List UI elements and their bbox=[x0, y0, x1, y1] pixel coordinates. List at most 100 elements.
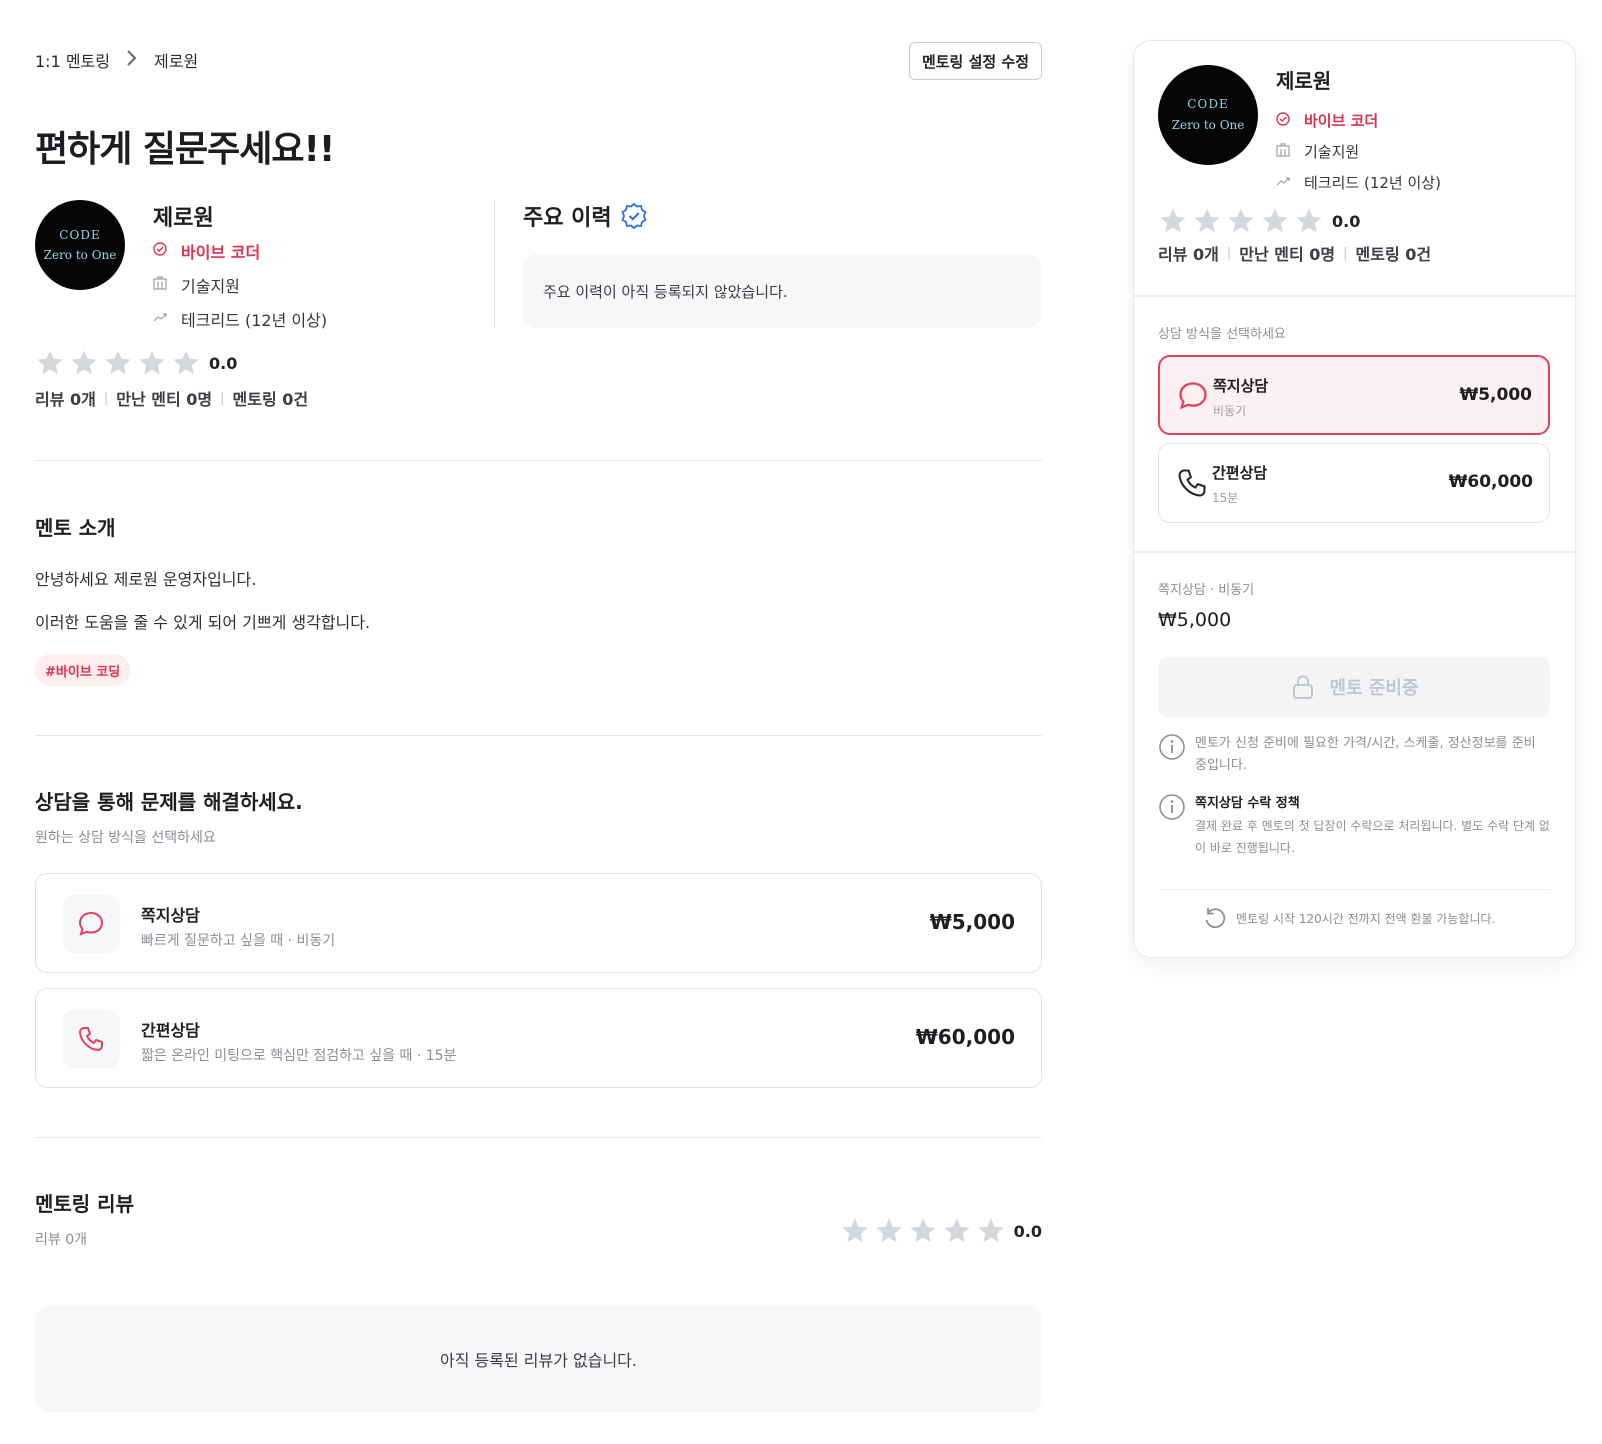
phone-icon bbox=[1175, 466, 1209, 500]
policy-text: 결제 완료 후 멘토의 첫 답장이 수락으로 처리됩니다. 별도 수락 단계 없… bbox=[1195, 819, 1550, 855]
mentee-count: 만난 멘티 0명 bbox=[116, 390, 213, 409]
option-name: 간편상담 bbox=[141, 1021, 200, 1040]
chat-bubble-icon bbox=[62, 895, 120, 953]
mentor-career-label: 테크리드 (12년 이상) bbox=[1304, 174, 1441, 192]
rating-value: 0.0 bbox=[1332, 211, 1361, 231]
refresh-icon bbox=[1202, 905, 1228, 931]
option-desc: 비동기 bbox=[1213, 404, 1247, 418]
intro-text: 이러한 도움을 줄 수 있게 되어 기쁘게 생각합니다. bbox=[35, 613, 371, 632]
chevron-right-icon bbox=[126, 49, 138, 72]
star-icon bbox=[1192, 206, 1222, 236]
policy-title: 쪽지상담 수락 정책 bbox=[1195, 796, 1300, 811]
mentor-badge-label: 바이브 코더 bbox=[1304, 112, 1379, 130]
star-icon bbox=[137, 348, 167, 378]
mentor-field-label: 기술지원 bbox=[181, 277, 240, 296]
history-title-label: 주요 이력 bbox=[523, 206, 612, 231]
star-icon bbox=[874, 1216, 904, 1246]
consult-option-message[interactable]: 쪽지상담 빠르게 질문하고 싶을 때 · 비동기 ₩5,000 bbox=[35, 873, 1042, 973]
breadcrumb-root[interactable]: 1:1 멘토링 bbox=[35, 48, 110, 72]
star-icon bbox=[976, 1216, 1006, 1246]
apply-button-label: 멘토 준비중 bbox=[1329, 678, 1419, 699]
info-icon bbox=[1158, 793, 1186, 821]
avatar: CODE Zero to One bbox=[1158, 65, 1258, 165]
review-count: 리뷰 0개 bbox=[1158, 245, 1219, 264]
selected-method-label: 쪽지상담 · 비동기 bbox=[1158, 583, 1255, 598]
logo-text: CODE bbox=[1187, 97, 1229, 111]
chat-bubble-icon bbox=[1176, 379, 1210, 413]
trend-up-icon bbox=[153, 310, 181, 328]
mentor-field: 기술지원 bbox=[1276, 136, 1441, 167]
method-option-message[interactable]: 쪽지상담 비동기 ₩5,000 bbox=[1158, 355, 1550, 435]
option-name: 쪽지상담 bbox=[1213, 377, 1269, 395]
mentor-stats: 리뷰 0개 | 만난 멘티 0명 | 멘토링 0건 bbox=[35, 386, 308, 410]
mentor-career: 테크리드 (12년 이상) bbox=[1276, 167, 1441, 198]
logo-text: CODE bbox=[59, 228, 101, 242]
mentor-field-label: 기술지원 bbox=[1304, 143, 1360, 161]
mentoring-count: 멘토링 0건 bbox=[1355, 245, 1432, 264]
reviews-count: 리뷰 0개 bbox=[35, 1232, 87, 1248]
option-desc: 15분 bbox=[1212, 491, 1239, 505]
option-desc: 짧은 온라인 미팅으로 핵심만 점검하고 싶을 때 · 15분 bbox=[141, 1048, 457, 1064]
divider bbox=[35, 460, 1042, 461]
selected-price: ₩5,000 bbox=[1158, 609, 1232, 631]
mentor-field: 기술지원 bbox=[153, 268, 327, 302]
star-icon bbox=[1294, 206, 1324, 236]
star-icon bbox=[69, 348, 99, 378]
option-name: 간편상담 bbox=[1212, 464, 1268, 482]
star-icon bbox=[840, 1216, 870, 1246]
divider bbox=[1158, 889, 1550, 890]
mentor-career-label: 테크리드 (12년 이상) bbox=[181, 311, 328, 330]
lock-icon bbox=[1289, 673, 1317, 701]
method-option-call[interactable]: 간편상담 15분 ₩60,000 bbox=[1158, 443, 1550, 523]
check-circle-icon bbox=[1276, 111, 1304, 130]
booking-card: CODE Zero to One 제로원 바이브 코더 기술지원 테크리드 (1… bbox=[1133, 40, 1576, 958]
intro-text: 안녕하세요 제로원 운영자입니다. bbox=[35, 570, 257, 589]
star-icon bbox=[103, 348, 133, 378]
star-icon bbox=[908, 1216, 938, 1246]
tag-chip[interactable]: #바이브 코딩 bbox=[35, 654, 131, 686]
phone-icon bbox=[62, 1010, 120, 1068]
info-icon bbox=[1158, 733, 1186, 761]
refund-text: 멘토링 시작 120시간 전까지 전액 환불 가능합니다. bbox=[1236, 911, 1496, 926]
divider: | bbox=[220, 390, 225, 406]
divider: | bbox=[103, 390, 109, 406]
consult-option-call[interactable]: 간편상담 짧은 온라인 미팅으로 핵심만 점검하고 싶을 때 · 15분 ₩60… bbox=[35, 988, 1042, 1088]
edit-mentoring-settings-button[interactable]: 멘토링 설정 수정 bbox=[908, 42, 1042, 80]
building-icon bbox=[1276, 142, 1304, 161]
rating: 0.0 bbox=[1158, 206, 1360, 236]
method-selector: 상담 방식을 선택하세요 쪽지상담 비동기 ₩5,000 간편상담 15분 ₩6… bbox=[1134, 297, 1575, 553]
check-circle-icon bbox=[153, 242, 181, 260]
star-icon bbox=[1260, 206, 1290, 236]
option-price: ₩5,000 bbox=[1459, 385, 1532, 405]
option-price: ₩5,000 bbox=[929, 910, 1015, 934]
divider bbox=[35, 1137, 1042, 1138]
mentor-career: 테크리드 (12년 이상) bbox=[153, 302, 327, 336]
checkout-summary: 쪽지상담 · 비동기 ₩5,000 멘토 준비중 멘토가 신청 준비에 필요한 … bbox=[1134, 553, 1575, 957]
logo-text: Zero to One bbox=[43, 248, 117, 262]
star-icon bbox=[1226, 206, 1256, 236]
mentor-badge: 바이브 코더 bbox=[153, 234, 327, 268]
review-rating: 0.0 bbox=[840, 1216, 1042, 1246]
refund-notice: 멘토링 시작 120시간 전까지 전액 환불 가능합니다. bbox=[1202, 905, 1495, 931]
mentor-badge: 바이브 코더 bbox=[1276, 105, 1441, 136]
mentor-name: 제로원 bbox=[153, 206, 214, 231]
building-icon bbox=[153, 276, 181, 294]
mentoring-count: 멘토링 0건 bbox=[232, 390, 309, 409]
apply-button-disabled[interactable]: 멘토 준비중 bbox=[1158, 657, 1550, 717]
divider: | bbox=[1343, 245, 1348, 261]
consult-title: 상담을 통해 문제를 해결하세요. bbox=[35, 790, 303, 814]
verified-badge-icon bbox=[620, 202, 648, 230]
rating-value: 0.0 bbox=[209, 353, 238, 373]
mentor-badge-label: 바이브 코더 bbox=[181, 243, 261, 262]
mentee-count: 만난 멘티 0명 bbox=[1239, 245, 1336, 264]
logo-text: Zero to One bbox=[1171, 118, 1245, 132]
divider bbox=[494, 200, 495, 328]
avatar: CODE Zero to One bbox=[35, 200, 125, 290]
career-history: 주요 이력 주요 이력이 아직 등록되지 않았습니다. bbox=[523, 200, 1042, 328]
reviews-empty: 아직 등록된 리뷰가 없습니다. bbox=[35, 1306, 1042, 1412]
divider bbox=[35, 735, 1042, 736]
divider: | bbox=[1226, 245, 1232, 261]
reviews-title: 멘토링 리뷰 bbox=[35, 1192, 134, 1216]
intro-title: 멘토 소개 bbox=[35, 516, 116, 540]
option-price: ₩60,000 bbox=[1448, 472, 1533, 492]
